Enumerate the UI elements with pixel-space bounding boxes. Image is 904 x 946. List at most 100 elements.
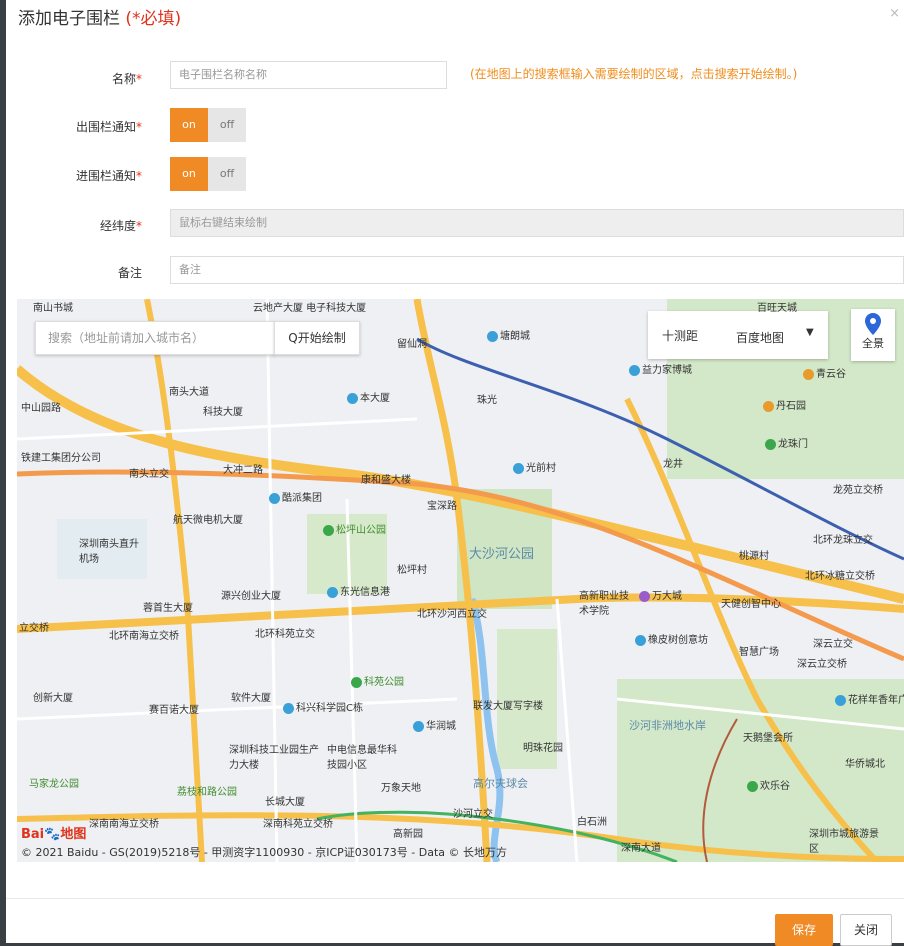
map-place-label: 南头大道 <box>169 387 209 398</box>
coords-label: 经纬度* <box>6 217 142 234</box>
name-label: 名称* <box>6 70 142 87</box>
map-place-label: 本大厦 <box>347 389 390 404</box>
toggle-on[interactable]: on <box>170 108 208 142</box>
map-place-label: 橡皮树创意坊 <box>635 631 708 646</box>
save-button[interactable]: 保存 <box>775 914 833 946</box>
name-input[interactable]: 电子围栏名称名称 <box>170 61 447 89</box>
map-place-label: 万象天地 <box>381 783 421 794</box>
remark-input[interactable]: 备注 <box>170 256 904 284</box>
baidu-logo-suffix: 地图 <box>60 827 87 842</box>
poi-icon <box>283 702 294 714</box>
map-place-label: 深南南海立交桥 <box>89 819 159 830</box>
map-place-label: 立交桥 <box>19 623 49 634</box>
map-place-label: 明珠花园 <box>523 743 563 754</box>
dialog-title-text: 添加电子围栏 <box>18 9 120 29</box>
dialog-title: 添加电子围栏 (*必填) <box>18 4 181 29</box>
measure-tool[interactable]: 十测距 <box>662 327 698 344</box>
coords-label-text: 经纬度 <box>99 219 136 233</box>
map-canvas[interactable]: 搜索（地址前请加入城市名） Q开始绘制 十测距 百度地图 ▼ 全景 南山书城 云… <box>17 299 904 862</box>
exit-notify-toggle[interactable]: on off <box>170 108 246 142</box>
map-place-label: 科苑公园 <box>351 673 404 688</box>
map-place-label: 沙河非洲地水岸 <box>629 719 706 732</box>
paw-icon: 🐾 <box>44 827 61 842</box>
start-draw-button[interactable]: Q开始绘制 <box>274 321 360 355</box>
map-place-label: 高新园 <box>393 829 423 840</box>
map-place-label: 康和盛大楼 <box>361 475 411 486</box>
map-place-label: 白石洲 <box>577 817 607 828</box>
map-place-label: 航天微电机大厦 <box>173 515 243 526</box>
poi-icon <box>351 676 362 688</box>
map-place-label: 深圳南头直升机场 <box>79 539 139 565</box>
map-place-label: 深圳科技工业园生产力大楼 <box>229 745 319 771</box>
map-place-label: 珠光 <box>477 395 497 406</box>
chevron-down-icon[interactable]: ▼ <box>806 327 814 338</box>
map-place-text: 松坪山公园 <box>336 525 386 536</box>
map-search-input[interactable]: 搜索（地址前请加入城市名） <box>35 321 275 355</box>
map-place-text: 华润城 <box>426 721 456 732</box>
name-label-text: 名称 <box>111 72 136 86</box>
map-place-label: 青云谷 <box>803 365 846 380</box>
map-place-label: 北环龙珠立交 <box>813 535 873 546</box>
map-place-text: 科兴科学园C栋 <box>296 703 363 714</box>
map-place-label: 深圳市城旅游景区 <box>809 829 879 855</box>
map-place-label: 高尔夫球会 <box>473 777 528 790</box>
poi-icon <box>765 438 776 450</box>
map-place-label: 南头立交 <box>129 469 169 480</box>
map-place-label: 万大城 <box>639 587 682 602</box>
toggle-on[interactable]: on <box>170 157 208 191</box>
map-place-text: 塘朗城 <box>500 331 530 342</box>
map-layer-select[interactable]: 百度地图 <box>736 329 784 346</box>
map-place-label: 龙珠门 <box>765 435 808 450</box>
map-place-label: 云地产大厦 电子科技大厦 <box>253 303 367 314</box>
remark-label: 备注 <box>117 266 142 280</box>
map-place-label: 酷派集团 <box>269 489 322 504</box>
map-place-label: 丹石园 <box>763 397 806 412</box>
map-place-label: 创新大厦 <box>33 693 73 704</box>
map-place-text: 花样年香年广 <box>848 695 904 706</box>
poi-icon <box>835 694 846 706</box>
map-place-text: 酷派集团 <box>282 493 322 504</box>
map-place-label: 深南大道 <box>621 843 661 854</box>
map-place-label: 北环南海立交桥 <box>109 631 179 642</box>
required-star: * <box>136 120 142 134</box>
map-place-label: 北环沙河西立交 <box>417 609 487 620</box>
map-place-text: 本大厦 <box>360 393 390 404</box>
map-place-label: 科技大厦 <box>203 407 243 418</box>
close-button[interactable]: 关闭 <box>840 914 892 946</box>
map-place-label: 沙河立交 <box>453 809 493 820</box>
required-star: * <box>136 72 142 86</box>
map-place-text: 益力家博城 <box>642 365 692 376</box>
map-toolbar: 十测距 百度地图 ▼ <box>648 311 828 359</box>
street <box>17 417 418 441</box>
add-fence-dialog: 添加电子围栏 (*必填) × 名称* 电子围栏名称名称 (在地图上的搜索框输入需… <box>6 0 904 943</box>
poi-icon <box>413 720 424 732</box>
toggle-off[interactable]: off <box>208 157 246 191</box>
map-place-label: 北环科苑立交 <box>255 629 315 640</box>
map-place-label: 大冲二路 <box>223 465 263 476</box>
map-place-label: 益力家博城 <box>629 361 692 376</box>
map-place-label: 松坪村 <box>397 565 427 576</box>
close-icon[interactable]: × <box>889 6 900 21</box>
poi-icon <box>635 634 646 646</box>
required-note: (*必填) <box>125 9 182 29</box>
poi-icon <box>327 586 338 598</box>
panorama-button[interactable]: 全景 <box>851 309 895 361</box>
enter-notify-toggle[interactable]: on off <box>170 157 246 191</box>
map-place-label: 科兴科学园C栋 <box>283 699 363 714</box>
map-place-label: 智慧广场 <box>739 647 779 658</box>
map-place-label: 铁建工集团分公司 <box>21 453 101 464</box>
map-place-label: 南山书城 <box>33 303 73 314</box>
map-place-label: 龙井 <box>663 459 683 470</box>
map-place-text: 欢乐谷 <box>760 781 790 792</box>
map-place-label: 长城大厦 <box>265 797 305 808</box>
toggle-off[interactable]: off <box>208 108 246 142</box>
map-place-label: 光前村 <box>513 459 556 474</box>
map-place-label: 中电信息最华科技园小区 <box>327 745 397 771</box>
map-place-text: 科苑公园 <box>364 677 404 688</box>
poi-icon <box>639 590 650 602</box>
coords-input: 鼠标右键结束绘制 <box>170 209 904 237</box>
map-place-label: 深云立交 <box>813 639 853 650</box>
map-place-label: 桃源村 <box>739 551 769 562</box>
enter-notify-label: 进围栏通知* <box>6 167 142 184</box>
street <box>555 598 579 862</box>
